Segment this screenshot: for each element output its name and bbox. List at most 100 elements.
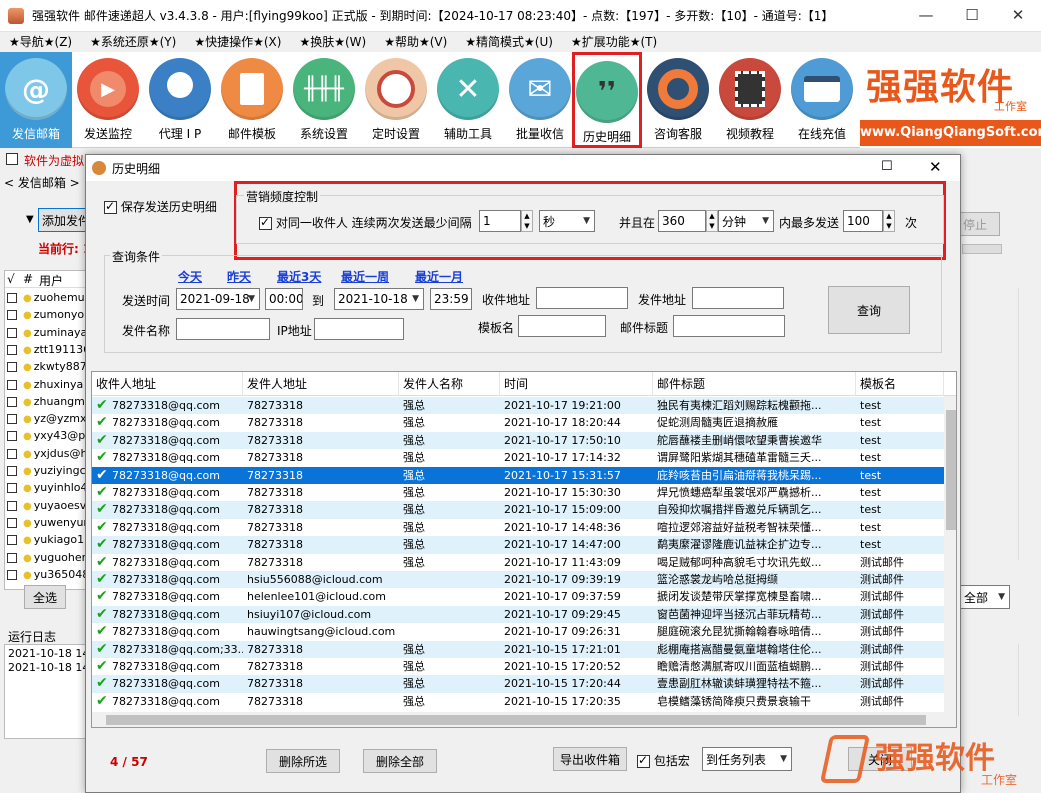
recipient-address-input[interactable] bbox=[536, 287, 628, 309]
list-item[interactable]: ● ztt191136 bbox=[5, 341, 86, 358]
time-from-input[interactable]: 00:00 bbox=[265, 288, 303, 310]
save-history-option[interactable]: 保存发送历史明细 bbox=[104, 198, 217, 215]
query-button[interactable]: 查询 bbox=[828, 286, 910, 334]
dialog-close-button[interactable]: ✕ bbox=[929, 158, 942, 176]
list-item[interactable]: ● zkwty887 bbox=[5, 358, 86, 375]
row-checkbox[interactable] bbox=[7, 535, 17, 546]
table-row[interactable]: ✔ 78273318@qq.com 78273318 强总 2021-10-17 15:… bbox=[92, 484, 944, 501]
menu-item-lite-mode[interactable]: ★精简模式★(U) bbox=[456, 32, 562, 52]
row-checkbox[interactable] bbox=[7, 569, 17, 580]
list-item[interactable]: ● yuziyingc bbox=[5, 462, 86, 479]
same-recipient-checkbox[interactable] bbox=[259, 215, 272, 230]
row-checkbox[interactable] bbox=[7, 379, 17, 390]
dialog-maximize-button[interactable]: ☐ bbox=[881, 159, 893, 174]
list-item[interactable]: ● zumonyo1 bbox=[5, 306, 86, 323]
table-row[interactable]: ✔ 78273318@qq.com 78273318 强总 2021-10-17 14:… bbox=[92, 519, 944, 536]
toolbar-online-recharge[interactable]: 在线充值 bbox=[786, 52, 858, 148]
maximize-button[interactable]: ☐ bbox=[949, 0, 995, 30]
menu-item-navigate[interactable]: ★导航★(Z) bbox=[0, 32, 81, 52]
interval-unit-select[interactable]: 秒 ▼ bbox=[539, 210, 595, 232]
row-checkbox[interactable] bbox=[7, 396, 17, 407]
toolbar-timer-settings[interactable]: 定时设置 bbox=[360, 52, 432, 148]
close-button[interactable]: ✕ bbox=[995, 0, 1041, 30]
row-checkbox[interactable] bbox=[7, 466, 17, 476]
table-row[interactable]: ✔ 78273318@qq.com 78273318 强总 2021-10-17 17:… bbox=[92, 449, 944, 466]
max-send-input[interactable]: 100 bbox=[843, 210, 883, 232]
col-sender-name[interactable]: 发件人名称 bbox=[399, 372, 500, 396]
toolbar-sender-mailbox[interactable]: @ 发信邮箱 bbox=[0, 52, 72, 148]
table-row[interactable]: ✔ 78273318@qq.com 78273318 强总 2021-10-17 15:… bbox=[92, 466, 944, 484]
table-row[interactable]: ✔ 78273318@qq.com;33... 78273318 强总 2021-10-… bbox=[92, 640, 944, 658]
list-item[interactable]: ● yuyinhlo4 bbox=[5, 479, 86, 496]
menu-item-extensions[interactable]: ★扩展功能★(T) bbox=[562, 32, 666, 52]
toolbar-system-settings[interactable]: ╫╫╫ 系统设置 bbox=[288, 52, 360, 148]
col-sender-address[interactable]: 发件人地址 bbox=[243, 372, 399, 396]
table-row[interactable]: ✔ 78273318@qq.com 78273318 强总 2021-10-15 17:… bbox=[92, 693, 944, 710]
table-row[interactable]: ✔ 78273318@qq.com 78273318 强总 2021-10-17 15:… bbox=[92, 501, 944, 519]
list-item[interactable]: ● yukiago1 bbox=[5, 531, 86, 548]
toolbar-history-detail[interactable]: ❜❜ 历史明细 bbox=[572, 52, 642, 148]
quick-week-link[interactable]: 最近一周 bbox=[341, 268, 389, 285]
date-from-picker[interactable]: 2021-09-18 ▼ bbox=[176, 288, 260, 310]
col-template[interactable]: 模板名 bbox=[856, 372, 944, 396]
same-recipient-option[interactable]: 对同一收件人 连续两次发送最少间隔 bbox=[259, 214, 472, 231]
interval-input[interactable]: 1 bbox=[479, 210, 521, 232]
table-row[interactable]: ✔ 78273318@qq.com hsiuyi107@icloud.com 2021… bbox=[92, 605, 944, 624]
list-item[interactable]: ● yuyaoesv bbox=[5, 497, 86, 514]
toolbar-proxy-ip[interactable]: 代理 I P bbox=[144, 52, 216, 148]
row-checkbox[interactable] bbox=[7, 517, 17, 528]
hscroll-thumb[interactable] bbox=[106, 715, 926, 725]
max-send-stepper[interactable]: ▲ ▼ bbox=[883, 210, 895, 232]
row-checkbox[interactable] bbox=[7, 414, 17, 425]
list-item[interactable]: ● yuwenyur bbox=[5, 514, 86, 531]
minimize-button[interactable]: — bbox=[903, 0, 949, 30]
row-checkbox[interactable] bbox=[7, 362, 17, 373]
table-row[interactable]: ✔ 78273318@qq.com 78273318 强总 2021-10-17 18:… bbox=[92, 414, 944, 431]
toolbar-customer-service[interactable]: 咨询客服 bbox=[642, 52, 714, 148]
row-checkbox[interactable] bbox=[7, 293, 17, 303]
status-filter-combo[interactable]: 全部 ▼ bbox=[960, 585, 1010, 609]
list-item[interactable]: ● yz@yzmx bbox=[5, 410, 86, 427]
table-row[interactable]: ✔ 78273318@qq.com 78273318 强总 2021-10-15 17:… bbox=[92, 658, 944, 675]
add-sender-button[interactable]: 添加发件 bbox=[38, 208, 86, 232]
row-checkbox[interactable] bbox=[7, 552, 17, 563]
save-history-checkbox[interactable] bbox=[104, 199, 117, 214]
list-item[interactable]: ● yxjdus@h bbox=[5, 445, 86, 462]
list-item[interactable]: ● zuohemuy bbox=[5, 289, 86, 306]
toolbar-send-monitor[interactable]: ▶ 发送监控 bbox=[72, 52, 144, 148]
list-item[interactable]: ● zuminaya bbox=[5, 324, 86, 341]
row-checkbox[interactable] bbox=[7, 448, 17, 459]
row-checkbox[interactable] bbox=[7, 431, 17, 442]
menu-item-help[interactable]: ★帮助★(V) bbox=[375, 32, 456, 52]
target-list-select[interactable]: 到任务列表 ▼ bbox=[702, 747, 792, 771]
toolbar-aux-tools[interactable]: ✕ 辅助工具 bbox=[432, 52, 504, 148]
include-macro-checkbox[interactable] bbox=[637, 753, 650, 768]
quick-yesterday-link[interactable]: 昨天 bbox=[227, 268, 251, 285]
list-item[interactable]: ● zhuangma bbox=[5, 393, 86, 410]
list-item[interactable]: ● yu365048 bbox=[5, 566, 86, 583]
tab-sender-mailbox[interactable]: < 发信邮箱 > bbox=[4, 174, 80, 191]
sender-address-input[interactable] bbox=[692, 287, 784, 309]
window-stepper[interactable]: ▲ ▼ bbox=[706, 210, 718, 232]
menu-item-skin[interactable]: ★换肤★(W) bbox=[290, 32, 375, 52]
table-row[interactable]: ✔ 78273318@qq.com hsiu556088@icloud.com 202… bbox=[92, 571, 944, 589]
account-list-scrollbar[interactable] bbox=[1018, 288, 1034, 560]
log-scrollbar[interactable] bbox=[1018, 644, 1034, 716]
dropdown-arrow-icon[interactable]: ▼ bbox=[26, 214, 34, 225]
row-checkbox[interactable] bbox=[7, 327, 17, 338]
table-row[interactable]: ✔ 78273318@qq.com 78273318 强总 2021-10-17 19:… bbox=[92, 397, 944, 415]
toolbar-video-tutorial[interactable]: 视频教程 bbox=[714, 52, 786, 148]
quick-today-link[interactable]: 今天 bbox=[178, 268, 202, 285]
table-row[interactable]: ✔ 78273318@qq.com 78273318 强总 2021-10-17 17:… bbox=[92, 431, 944, 450]
delete-all-button[interactable]: 删除全部 bbox=[363, 749, 437, 773]
toolbar-batch-receive[interactable]: ✉ 批量收信 bbox=[504, 52, 576, 148]
sender-name-input[interactable] bbox=[176, 318, 270, 340]
table-row[interactable]: ✔ 78273318@qq.com 78273318 强总 2021-10-17 14:… bbox=[92, 536, 944, 554]
list-item[interactable]: ● yxy43@p bbox=[5, 427, 86, 444]
table-vscroll[interactable] bbox=[944, 396, 956, 712]
table-hscroll[interactable] bbox=[92, 712, 956, 727]
template-name-input[interactable] bbox=[518, 315, 606, 337]
col-time[interactable]: 时间 bbox=[500, 372, 653, 396]
include-macro-option[interactable]: 包括宏 bbox=[637, 752, 690, 769]
table-row[interactable]: ✔ 78273318@qq.com hauwingtsang@icloud.com 2… bbox=[92, 623, 944, 640]
